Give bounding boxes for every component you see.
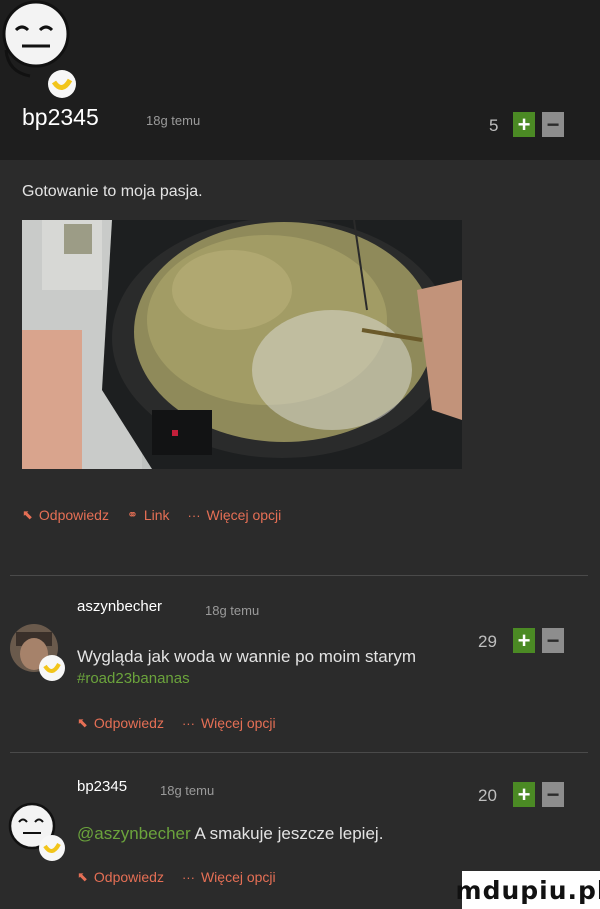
comment-author[interactable]: bp2345 [77,778,127,795]
reply-arrow-icon: ⬉ [77,869,88,884]
more-options-action[interactable]: ··· Więcej opcji [182,715,276,731]
divider [10,575,588,576]
ellipsis-icon: ··· [181,869,195,885]
more-options-action[interactable]: ··· Więcej opcji [182,869,276,885]
reply-action[interactable]: ⬉ Odpowiedz [77,715,164,731]
comment-upvote-button[interactable]: + [513,782,535,807]
comment-vote-score: 20 [478,786,497,805]
post-actions: ⬉ Odpowiedz ⚭ Link ··· Więcej opcji [22,507,281,523]
comment-actions: ⬉ Odpowiedz ··· Więcej opcji [77,715,276,731]
comment-vote-score: 29 [478,632,497,651]
reply-label: Odpowiedz [93,869,164,885]
post-vote-score: 5 [489,116,499,135]
comment-text: A smakuje jeszcze lepiej. [190,824,384,843]
chain-link-icon: ⚭ [126,507,138,522]
site-watermark: mdupiu.pl [456,871,600,909]
reply-label: Odpowiedz [93,715,164,731]
post-header [0,0,600,160]
upvote-button[interactable]: + [513,112,535,137]
post-text: Gotowanie to moja pasja. [22,183,203,200]
ellipsis-icon: ··· [187,507,201,523]
reply-arrow-icon: ⬉ [22,507,33,522]
comment-text-line: @aszynbecher A smakuje jeszcze lepiej. [77,824,383,844]
comment-hashtag[interactable]: #road23bananas [77,670,190,687]
reply-label: Odpowiedz [38,507,109,523]
link-label: Link [143,507,170,523]
reply-arrow-icon: ⬉ [77,715,88,730]
comment-timestamp: 18g temu [205,603,260,618]
comment-downvote-button[interactable]: − [542,628,564,653]
comment-downvote-button[interactable]: − [542,782,564,807]
more-options-label: Więcej opcji [200,715,276,731]
commenter-avatar-meme-face[interactable] [6,800,66,864]
downvote-button[interactable]: − [542,112,564,137]
comment-upvote-button[interactable]: + [513,628,535,653]
divider [10,752,588,753]
reply-action[interactable]: ⬉ Odpowiedz [77,869,164,885]
comment-author[interactable]: aszynbecher [77,598,162,615]
more-options-label: Więcej opcji [200,869,276,885]
more-options-label: Więcej opcji [206,507,282,523]
ellipsis-icon: ··· [181,715,195,731]
comment-mention[interactable]: @aszynbecher [77,824,191,843]
post-timestamp: 18g temu [146,113,201,128]
reply-action[interactable]: ⬉ Odpowiedz [22,507,109,523]
user-avatar-meme-face[interactable] [0,0,80,100]
post-author[interactable]: bp2345 [22,104,99,131]
comment-text: Wygląda jak woda w wannie po moim starym [77,647,417,666]
comment-timestamp: 18g temu [160,783,215,798]
link-action[interactable]: ⚭ Link [127,507,170,523]
post-image-cooking-pot[interactable] [22,220,462,469]
commenter-avatar[interactable] [6,620,66,684]
comment-actions: ⬉ Odpowiedz ··· Więcej opcji [77,869,276,885]
more-options-action[interactable]: ··· Więcej opcji [188,507,282,523]
